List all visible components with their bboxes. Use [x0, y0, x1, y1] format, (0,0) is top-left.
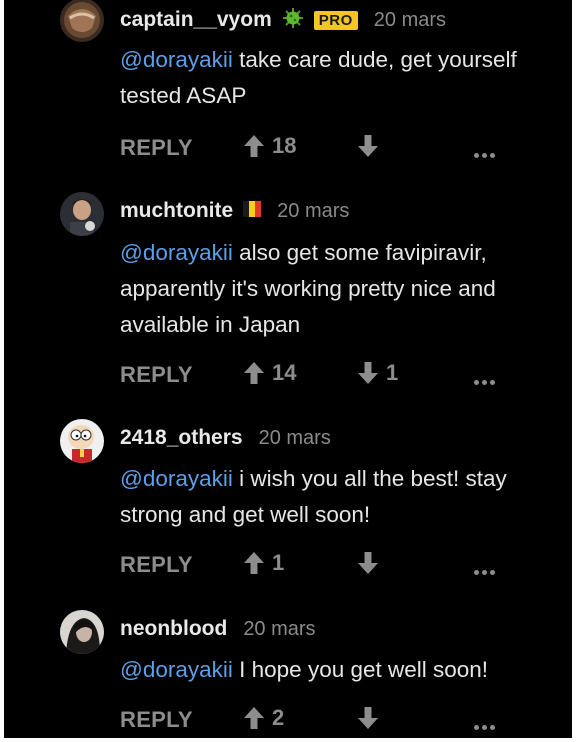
belgium-flag-icon [243, 200, 262, 222]
reply-button[interactable]: REPLY [120, 707, 193, 733]
timestamp: 20 mars [243, 617, 316, 640]
pro-badge: PRO [313, 10, 358, 30]
timestamp: 20 mars [258, 426, 331, 449]
avatar[interactable] [60, 0, 104, 42]
reply-button[interactable]: REPLY [120, 362, 193, 388]
user-mention[interactable]: @dorayakii [120, 240, 233, 265]
more-options-icon[interactable] [474, 717, 498, 735]
more-options-icon[interactable] [474, 145, 498, 163]
comment-actions: REPLY 14 1 [120, 358, 520, 394]
comment-actions: REPLY 18 [120, 131, 520, 167]
comment-header: 2418_others 20 mars [120, 424, 331, 452]
arrow-up-icon [244, 362, 264, 384]
downvote-button[interactable] [356, 133, 386, 159]
comment-actions: REPLY 2 [120, 703, 520, 738]
user-mention[interactable]: @dorayakii [120, 466, 233, 491]
username[interactable]: captain__vyom [120, 8, 272, 32]
comment-actions: REPLY 1 [120, 548, 520, 584]
reply-button[interactable]: REPLY [120, 552, 193, 578]
arrow-down-icon [358, 552, 378, 574]
downvote-button[interactable]: 1 [356, 360, 398, 386]
more-options-icon[interactable] [474, 562, 498, 580]
username[interactable]: neonblood [120, 617, 227, 641]
username[interactable]: muchtonite [120, 199, 233, 223]
arrow-up-icon [244, 707, 264, 729]
upvote-button[interactable]: 18 [242, 133, 296, 159]
upvote-button[interactable]: 2 [242, 705, 284, 731]
reply-button[interactable]: REPLY [120, 135, 193, 161]
arrow-down-icon [358, 135, 378, 157]
comment-body: @dorayakii i wish you all the best! stay… [120, 461, 560, 533]
arrow-down-icon [358, 362, 378, 384]
upvote-count: 14 [272, 360, 297, 385]
comment-body: @dorayakii take care dude, get yourself … [120, 42, 560, 114]
user-mention[interactable]: @dorayakii [120, 47, 233, 72]
comment-header: muchtonite 20 mars [120, 197, 349, 225]
downvote-button[interactable] [356, 550, 386, 576]
comment-text: I hope you get well soon! [232, 657, 489, 682]
arrow-up-icon [244, 552, 264, 574]
upvote-button[interactable]: 14 [242, 360, 296, 386]
avatar[interactable] [60, 610, 104, 654]
comment-header: captain__vyom PRO 20 mars [120, 6, 446, 34]
downvote-button[interactable] [356, 705, 386, 731]
comment-header: neonblood 20 mars [120, 615, 316, 643]
upvote-button[interactable]: 1 [242, 550, 284, 576]
avatar[interactable] [60, 192, 104, 236]
upvote-count: 18 [272, 133, 297, 158]
username[interactable]: 2418_others [120, 426, 243, 450]
upvote-count: 2 [272, 705, 285, 730]
virus-icon [282, 7, 304, 34]
timestamp: 20 mars [373, 8, 447, 31]
user-mention[interactable]: @dorayakii [120, 657, 233, 682]
upvote-count: 1 [272, 550, 285, 575]
timestamp: 20 mars [277, 199, 350, 222]
arrow-up-icon [244, 135, 264, 157]
downvote-count: 1 [386, 360, 399, 385]
comment-body: @dorayakii I hope you get well soon! [120, 652, 560, 688]
avatar[interactable] [60, 419, 104, 463]
comment-thread: captain__vyom PRO 20 mars @dorayakii tak… [4, 0, 572, 738]
arrow-down-icon [358, 707, 378, 729]
more-options-icon[interactable] [474, 372, 498, 390]
comment-body: @dorayakii also get some favipiravir, ap… [120, 235, 560, 343]
